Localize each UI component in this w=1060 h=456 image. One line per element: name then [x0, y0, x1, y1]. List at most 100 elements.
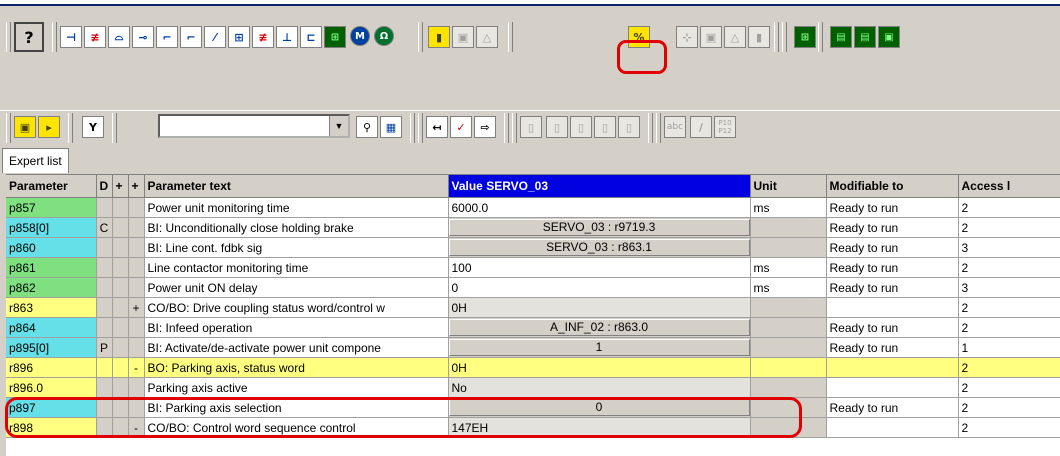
table-row[interactable]: r896.0 Parking axis active No 2 [6, 377, 1060, 398]
edit-button-1[interactable]: ▯ [520, 116, 542, 138]
back-button[interactable]: ↤ [426, 116, 448, 138]
toolbar-button-9[interactable]: ≢ [252, 26, 274, 48]
table-row[interactable]: r896 - BO: Parking axis, status word 0H 2 [6, 357, 1060, 378]
filter-button[interactable]: Y [82, 116, 104, 138]
expand-cell-2[interactable] [128, 377, 145, 398]
col-parameter-text[interactable]: Parameter text [144, 175, 449, 198]
table-row[interactable]: p862 Power unit ON delay 0 ms Ready to run 3 [6, 277, 1060, 298]
toolbar-button-13[interactable]: M [350, 26, 370, 46]
p10-p12-button[interactable]: P10 P12 [714, 116, 736, 138]
value-cell[interactable]: 100 [448, 257, 751, 278]
value-cell[interactable]: 1 [448, 337, 751, 358]
toolbar-button-16[interactable]: ▣ [452, 26, 474, 48]
export-button[interactable]: ▣ [14, 116, 36, 138]
toolbar-grip[interactable] [512, 113, 517, 143]
import-button[interactable]: ▸ [38, 116, 60, 138]
expand-cell-2[interactable]: - [128, 417, 145, 438]
parameter-cell[interactable]: p858[0] [6, 217, 97, 238]
abc-button[interactable]: abc [664, 116, 686, 138]
forward-button[interactable]: ⇨ [474, 116, 496, 138]
toolbar-button-6[interactable]: ⌐ [180, 26, 202, 48]
toolbar-grip[interactable] [52, 22, 57, 52]
value-cell[interactable]: 147EH [448, 417, 751, 438]
toolbar-grip[interactable] [6, 113, 11, 143]
toolbar-grip[interactable] [782, 22, 787, 52]
parameter-cell[interactable]: r863 [6, 297, 97, 318]
accept-button[interactable]: ✓ [450, 116, 472, 138]
context-help-button[interactable]: ? [14, 22, 44, 52]
toolbar-button-24[interactable]: ▤ [830, 26, 852, 48]
toolbar-button-17[interactable]: △ [476, 26, 498, 48]
tab-expert-list[interactable]: Expert list [2, 148, 69, 173]
col-modifiable-to[interactable]: Modifiable to [826, 175, 959, 198]
toolbar-button-3[interactable]: ⌓ [108, 26, 130, 48]
table-row[interactable]: p861 Line contactor monitoring time 100 ms R… [6, 257, 1060, 278]
toolbar-grip[interactable] [656, 113, 661, 143]
value-cell[interactable]: A_INF_02 : r863.0 [448, 317, 751, 338]
find-next-button[interactable]: ▦ [380, 116, 402, 138]
table-row[interactable]: p857 Power unit monitoring time 6000.0 ms Re… [6, 197, 1060, 218]
value-cell[interactable]: 0H [448, 357, 751, 378]
value-cell[interactable]: 0 [448, 397, 751, 418]
expand-cell-2[interactable] [128, 277, 145, 298]
combo-dropdown-button[interactable]: ▼ [329, 116, 348, 136]
table-row[interactable]: p860 BI: Line cont. fdbk sig SERVO_03 : r8… [6, 237, 1060, 258]
table-row[interactable]: p864 BI: Infeed operation A_INF_02 : r863.… [6, 317, 1060, 338]
toolbar-grip[interactable] [6, 22, 11, 52]
toolbar-grip[interactable] [508, 22, 513, 52]
value-cell[interactable]: SERVO_03 : r9719.3 [448, 217, 751, 238]
toolbar-button-19[interactable]: ⊹ [676, 26, 698, 48]
edit-button-2[interactable]: ▯ [546, 116, 568, 138]
col-access-level[interactable]: Access l [958, 175, 1060, 198]
value-cell[interactable]: SERVO_03 : r863.1 [448, 237, 751, 258]
edit-button-3[interactable]: ▯ [570, 116, 592, 138]
parameter-cell[interactable]: p862 [6, 277, 97, 298]
parameter-cell[interactable]: p897 [6, 397, 97, 418]
edit-button-5[interactable]: ▯ [618, 116, 640, 138]
expand-cell-2[interactable]: + [128, 297, 145, 318]
table-row[interactable]: p897 BI: Parking axis selection 0 Ready to … [6, 397, 1060, 418]
col-value[interactable]: Value SERVO_03 [448, 175, 751, 198]
value-select-button[interactable]: SERVO_03 : r9719.3 [448, 219, 749, 236]
toolbar-button-1[interactable]: ⊣ [60, 26, 82, 48]
col-plus-2[interactable]: + [128, 175, 145, 198]
toolbar-grip[interactable] [648, 113, 653, 143]
col-plus-1[interactable]: + [112, 175, 129, 198]
col-parameter[interactable]: Parameter [6, 175, 97, 198]
table-row[interactable]: p895[0] P BI: Activate/de-activate power u… [6, 337, 1060, 358]
expand-cell-2[interactable] [128, 217, 145, 238]
value-cell[interactable]: No [448, 377, 751, 398]
toolbar-grip[interactable] [68, 113, 73, 143]
expand-cell-2[interactable] [128, 397, 145, 418]
col-d[interactable]: D [96, 175, 113, 198]
toolbar-grip[interactable] [418, 22, 423, 52]
toolbar-button-22[interactable]: ▮ [748, 26, 770, 48]
toolbar-button-15[interactable]: ▮ [428, 26, 450, 48]
toolbar-grip[interactable] [818, 22, 823, 52]
expand-cell-2[interactable] [128, 197, 145, 218]
value-cell[interactable]: 0 [448, 277, 751, 298]
col-unit[interactable]: Unit [750, 175, 827, 198]
toolbar-grip[interactable] [418, 113, 423, 143]
parameter-cell[interactable]: r896 [6, 357, 97, 378]
toolbar-grip[interactable] [774, 22, 779, 52]
value-select-button[interactable]: 0 [448, 399, 749, 416]
toolbar-button-8[interactable]: ⊞ [228, 26, 250, 48]
toolbar-grip[interactable] [504, 113, 509, 143]
table-row[interactable]: p858[0] C BI: Unconditionally close holdin… [6, 217, 1060, 238]
parameter-cell[interactable]: r896.0 [6, 377, 97, 398]
toolbar-button-11[interactable]: ⊏ [300, 26, 322, 48]
find-button[interactable]: ⚲ [356, 116, 378, 138]
toolbar-button-26[interactable]: ▣ [878, 26, 900, 48]
toolbar-grip[interactable] [410, 113, 415, 143]
expand-cell-2[interactable] [128, 317, 145, 338]
toolbar-button-25[interactable]: ▤ [854, 26, 876, 48]
value-select-button[interactable]: 1 [448, 339, 749, 356]
toolbar-button-12[interactable]: ⊞ [324, 26, 346, 48]
parameter-cell[interactable]: p860 [6, 237, 97, 258]
toolbar-button-5[interactable]: ⌐ [156, 26, 178, 48]
parameter-cell[interactable]: p864 [6, 317, 97, 338]
value-select-button[interactable]: A_INF_02 : r863.0 [448, 319, 749, 336]
table-row[interactable]: r863 + CO/BO: Drive coupling status word/c… [6, 297, 1060, 318]
toolbar-grip[interactable] [112, 113, 117, 143]
